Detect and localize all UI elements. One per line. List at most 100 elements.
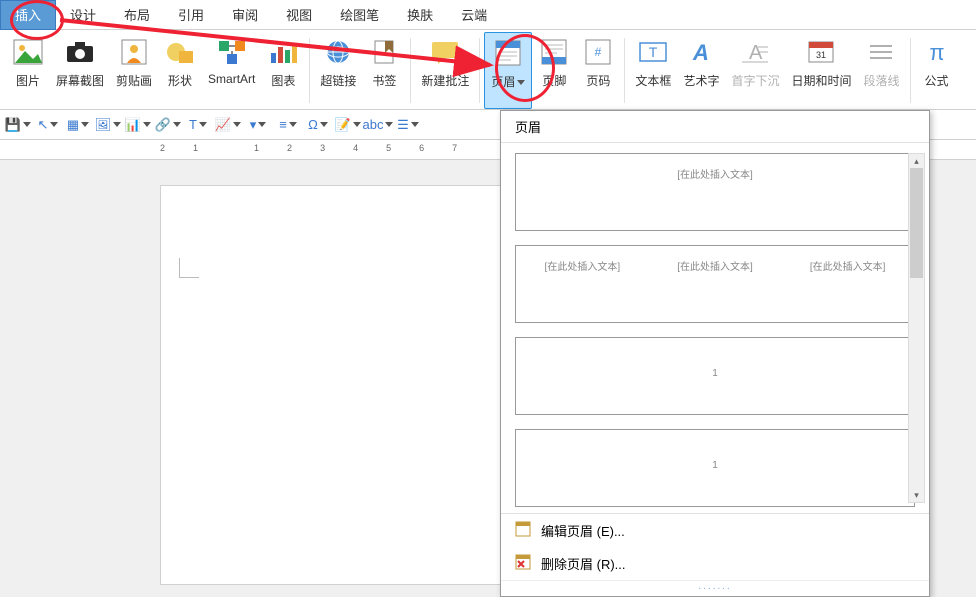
- table-icon[interactable]: ▦: [68, 115, 88, 135]
- equation-icon: π: [921, 36, 953, 68]
- omega-icon[interactable]: Ω: [308, 115, 328, 135]
- ribbon-label: 公式: [924, 72, 948, 89]
- ribbon-label: 形状: [168, 72, 192, 89]
- menu-bar: 插入 设计 布局 引用 审阅 视图 绘图笔 换肤 云端: [0, 0, 976, 30]
- tab-review[interactable]: 审阅: [218, 0, 272, 30]
- ribbon-label: 页脚: [542, 72, 566, 89]
- note-icon[interactable]: 📝: [338, 115, 358, 135]
- svg-text:T: T: [649, 44, 658, 60]
- tab-insert[interactable]: 插入: [0, 0, 56, 30]
- margin-marker: [179, 258, 199, 278]
- ribbon-separator: [624, 38, 625, 103]
- gallery-scrollbar[interactable]: ▴ ▾: [908, 153, 925, 503]
- scroll-down-arrow[interactable]: ▾: [909, 488, 924, 502]
- ribbon-label: 段落线: [863, 72, 899, 89]
- header-preset-4[interactable]: 1: [515, 429, 915, 507]
- ruler-mark: 7: [452, 143, 457, 153]
- ribbon: 图片屏幕截图剪贴画形状 SmartArt 图表 超链接书签新建批注页眉页脚 # 页码 T 文本…: [0, 30, 976, 110]
- tab-design[interactable]: 设计: [56, 0, 110, 30]
- ribbon-separator: [309, 38, 310, 103]
- ribbon-hyperlink-button[interactable]: 超链接: [314, 32, 362, 109]
- ribbon-comment-button[interactable]: 新建批注: [415, 32, 475, 109]
- ribbon-dropcap-button[interactable]: A首字下沉: [725, 32, 785, 109]
- camera-icon: [64, 36, 96, 68]
- ribbon-label: 日期和时间: [791, 72, 851, 89]
- tab-cloud[interactable]: 云端: [447, 0, 501, 30]
- dropdown-title: 页眉: [501, 111, 929, 143]
- ribbon-label: 页码: [586, 72, 610, 89]
- image-icon: [12, 36, 44, 68]
- ribbon-camera-button[interactable]: 屏幕截图: [50, 32, 110, 109]
- svg-text:31: 31: [816, 50, 826, 60]
- ribbon-equation-button[interactable]: π 公式: [915, 32, 959, 109]
- header-dropdown: 页眉 [在此处插入文本] [在此处插入文本] [在此处插入文本] [在此处插入文…: [500, 110, 930, 597]
- delete-header-icon: [515, 554, 531, 573]
- ribbon-footer-button[interactable]: 页脚: [532, 32, 576, 109]
- chart2-icon[interactable]: 📈: [218, 115, 238, 135]
- ribbon-label: 文本框: [635, 72, 671, 89]
- ribbon-smartart-button[interactable]: SmartArt: [202, 32, 261, 109]
- dropdown-menu: 编辑页眉 (E)... 删除页眉 (R)...: [501, 513, 929, 580]
- bars-icon[interactable]: ☰: [398, 115, 418, 135]
- ribbon-shapes-button[interactable]: 形状: [158, 32, 202, 109]
- image-icon[interactable]: 🖼: [98, 115, 118, 135]
- chart-icon: [267, 36, 299, 68]
- ruler-mark: 1: [193, 143, 198, 153]
- tab-layout[interactable]: 布局: [110, 0, 164, 30]
- ruler-mark: 4: [353, 143, 358, 153]
- paraline-icon: [865, 36, 897, 68]
- save-icon[interactable]: 💾: [8, 115, 28, 135]
- ribbon-wordart-button[interactable]: A艺术字: [677, 32, 725, 109]
- ribbon-bookmark-button[interactable]: 书签: [362, 32, 406, 109]
- header-preset-2[interactable]: [在此处插入文本] [在此处插入文本] [在此处插入文本]: [515, 245, 915, 323]
- ribbon-clipart-button[interactable]: 剪贴画: [110, 32, 158, 109]
- header-preset-3[interactable]: 1: [515, 337, 915, 415]
- abc-icon[interactable]: abc: [368, 115, 388, 135]
- ribbon-label: 超链接: [320, 72, 356, 89]
- align-icon[interactable]: ≡: [278, 115, 298, 135]
- header-preset-1[interactable]: [在此处插入文本]: [515, 153, 915, 231]
- textbox-mini-icon[interactable]: T: [188, 115, 208, 135]
- dropdown-icon[interactable]: ▾: [248, 115, 268, 135]
- edit-header-item[interactable]: 编辑页眉 (E)...: [501, 514, 929, 547]
- ribbon-label: 图表: [271, 72, 295, 89]
- tab-drawing[interactable]: 绘图笔: [326, 0, 393, 30]
- ribbon-label: 艺术字: [683, 72, 719, 89]
- tab-view[interactable]: 视图: [272, 0, 326, 30]
- edit-header-icon: [515, 521, 531, 540]
- hyperlink-icon: [322, 36, 354, 68]
- menu-label: 编辑页眉 (E)...: [541, 521, 625, 540]
- ribbon-pagenum-button[interactable]: # 页码: [576, 32, 620, 109]
- resize-grip[interactable]: ∙∙∙∙∙∙∙: [501, 580, 929, 596]
- delete-header-item[interactable]: 删除页眉 (R)...: [501, 547, 929, 580]
- ribbon-separator: [410, 38, 411, 103]
- svg-text:#: #: [595, 45, 602, 59]
- ribbon-datetime-button[interactable]: 31 日期和时间: [785, 32, 857, 109]
- ruler-mark: 6: [419, 143, 424, 153]
- ribbon-paraline-button[interactable]: 段落线: [857, 32, 905, 109]
- menu-label: 删除页眉 (R)...: [541, 554, 626, 573]
- placeholder-text: 1: [516, 368, 914, 379]
- textbox-icon: T: [637, 36, 669, 68]
- link-mini-icon[interactable]: 🔗: [158, 115, 178, 135]
- footer-icon: [538, 36, 570, 68]
- scroll-thumb[interactable]: [910, 168, 923, 278]
- tab-references[interactable]: 引用: [164, 0, 218, 30]
- ribbon-label: SmartArt: [208, 72, 255, 86]
- ribbon-image-button[interactable]: 图片: [6, 32, 50, 109]
- ribbon-textbox-button[interactable]: T 文本框: [629, 32, 677, 109]
- ribbon-header-button[interactable]: 页眉: [484, 32, 532, 109]
- placeholder-text: [在此处插入文本]: [781, 258, 914, 273]
- ribbon-label: 首字下沉: [731, 72, 779, 89]
- cursor-icon[interactable]: ↖: [38, 115, 58, 135]
- ruler-mark: 1: [254, 143, 259, 153]
- ribbon-chart-button[interactable]: 图表: [261, 32, 305, 109]
- clipart-icon: [118, 36, 150, 68]
- tab-skin[interactable]: 换肤: [393, 0, 447, 30]
- ribbon-label: 剪贴画: [116, 72, 152, 89]
- chart-mini-icon[interactable]: 📊: [128, 115, 148, 135]
- ruler-mark: 2: [160, 143, 165, 153]
- scroll-up-arrow[interactable]: ▴: [909, 154, 924, 168]
- ribbon-separator: [479, 38, 480, 103]
- ribbon-label: 新建批注: [421, 72, 469, 89]
